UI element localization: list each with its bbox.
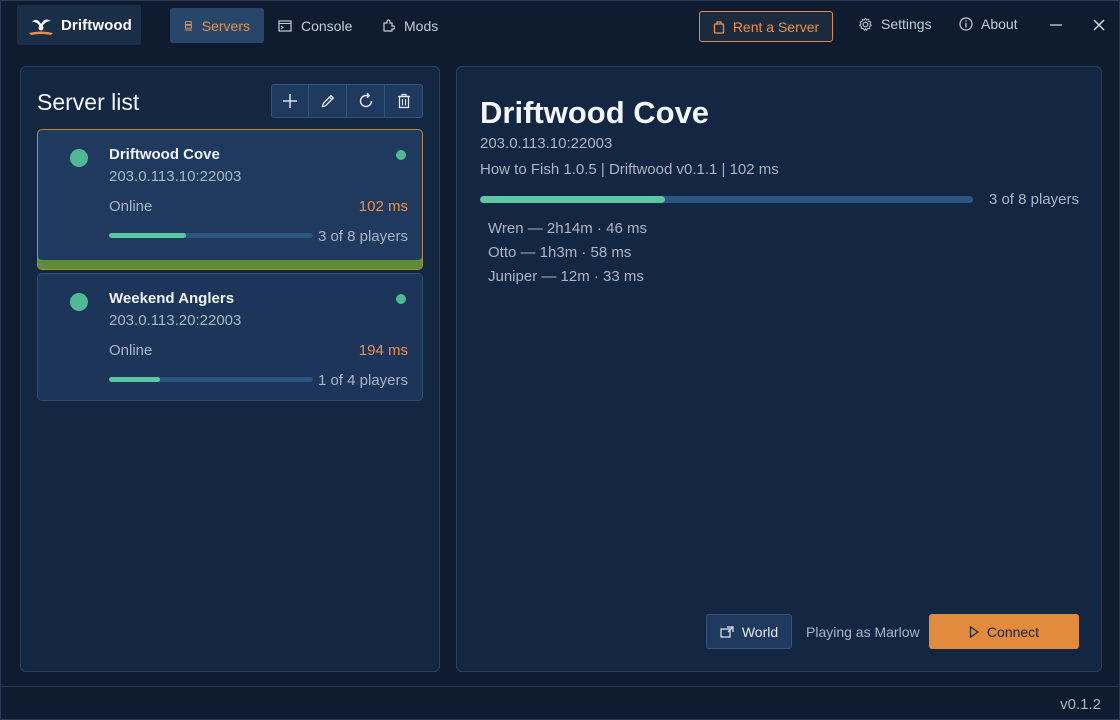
player-row: Otto — 1h3m · 58 ms: [488, 244, 632, 261]
connect-button-label: Connect: [986, 623, 1040, 640]
server-ping: 102 ms: [358, 198, 408, 215]
tab-console[interactable]: Console: [264, 8, 366, 43]
minimize-icon: [1050, 24, 1062, 26]
detail-capacity-fill: [480, 196, 665, 203]
server-icon: [184, 20, 193, 30]
player-capacity-fill: [109, 377, 160, 382]
rent-server-button[interactable]: Rent a Server: [699, 11, 833, 42]
tab-servers[interactable]: Servers: [170, 8, 264, 43]
online-dot: [396, 294, 406, 304]
detail-players-count: 3 of 8 players: [988, 191, 1079, 208]
server-ping: 194 ms: [358, 342, 408, 359]
detail-server-name: Driftwood Cove: [480, 95, 710, 130]
player-list: Wren — 2h14m · 46 ms Otto — 1h3m · 58 ms…: [488, 219, 647, 291]
server-name: Weekend Anglers: [109, 290, 235, 307]
footer-divider: [1, 686, 1119, 687]
server-address: 203.0.113.20:22003: [109, 312, 242, 329]
add-icon: [283, 94, 297, 108]
detail-capacity-bar: [480, 196, 973, 203]
open-external-icon: [720, 625, 734, 638]
info-icon: [959, 17, 973, 31]
server-card-weekend-anglers[interactable]: Weekend Anglers 203.0.113.20:22003 Onlin…: [37, 273, 423, 401]
delete-server-button[interactable]: [385, 84, 423, 118]
about-label: About: [981, 16, 1018, 32]
detail-server-address: 203.0.113.10:22003: [480, 135, 613, 152]
online-dot: [396, 150, 406, 160]
refresh-icon: [359, 92, 372, 108]
player-capacity-bar: [109, 233, 313, 238]
server-card-driftwood-cove[interactable]: Driftwood Cove 203.0.113.10:22003 Online…: [37, 129, 423, 270]
refresh-servers-button[interactable]: [347, 84, 385, 118]
app-logo: Driftwood: [17, 5, 141, 45]
close-button[interactable]: [1087, 13, 1111, 37]
server-name: Driftwood Cove: [109, 146, 220, 163]
server-status: Online: [109, 342, 153, 359]
close-icon: [1093, 19, 1105, 31]
about-button[interactable]: About: [959, 16, 1018, 32]
player-row: Wren — 2h14m · 46 ms: [488, 220, 647, 237]
player-capacity-bar: [109, 377, 313, 382]
bag-icon: [713, 20, 724, 34]
server-list-panel: Server list Driftwood Cove 203.0.113.10:…: [20, 66, 440, 672]
server-list-toolbar: [271, 84, 423, 118]
edit-icon: [321, 94, 334, 108]
add-server-button[interactable]: [271, 84, 309, 118]
console-icon: [278, 19, 292, 32]
connect-button[interactable]: Connect: [929, 614, 1079, 649]
delete-icon: [397, 93, 410, 109]
server-address: 203.0.113.10:22003: [109, 168, 242, 185]
settings-label: Settings: [881, 16, 932, 32]
server-status-indicator: [70, 293, 88, 311]
play-icon: [969, 625, 979, 638]
player-capacity-fill: [109, 233, 186, 238]
gear-icon: [858, 17, 873, 31]
server-players: 1 of 4 players: [317, 372, 408, 389]
server-detail-panel: Driftwood Cove 203.0.113.10:22003 How to…: [456, 66, 1102, 672]
puzzle-icon: [383, 18, 395, 32]
world-button-label: World: [741, 623, 779, 640]
settings-button[interactable]: Settings: [858, 16, 932, 32]
server-players: 3 of 8 players: [317, 228, 408, 245]
minimize-button[interactable]: [1044, 13, 1068, 37]
tab-mods-label: Mods: [404, 17, 439, 34]
world-button[interactable]: World: [706, 614, 792, 649]
app-version: v0.1.2: [1060, 696, 1101, 713]
tab-console-label: Console: [301, 17, 353, 34]
server-status: Online: [109, 198, 153, 215]
rent-server-label: Rent a Server: [732, 18, 820, 35]
tab-servers-label: Servers: [201, 17, 250, 34]
title-bar: Driftwood Servers Console Mods Rent a Se…: [1, 1, 1119, 51]
gull-icon: [29, 19, 53, 35]
server-status-indicator: [70, 149, 88, 167]
app-name: Driftwood: [61, 16, 132, 34]
tab-mods[interactable]: Mods: [367, 8, 452, 43]
detail-server-info: How to Fish 1.0.5 | Driftwood v0.1.1 | 1…: [480, 161, 779, 178]
edit-server-button[interactable]: [309, 84, 347, 118]
playing-as-text: Playing as Marlow: [806, 624, 920, 640]
player-row: Juniper — 12m · 33 ms: [488, 268, 644, 285]
server-list-title: Server list: [37, 89, 140, 115]
